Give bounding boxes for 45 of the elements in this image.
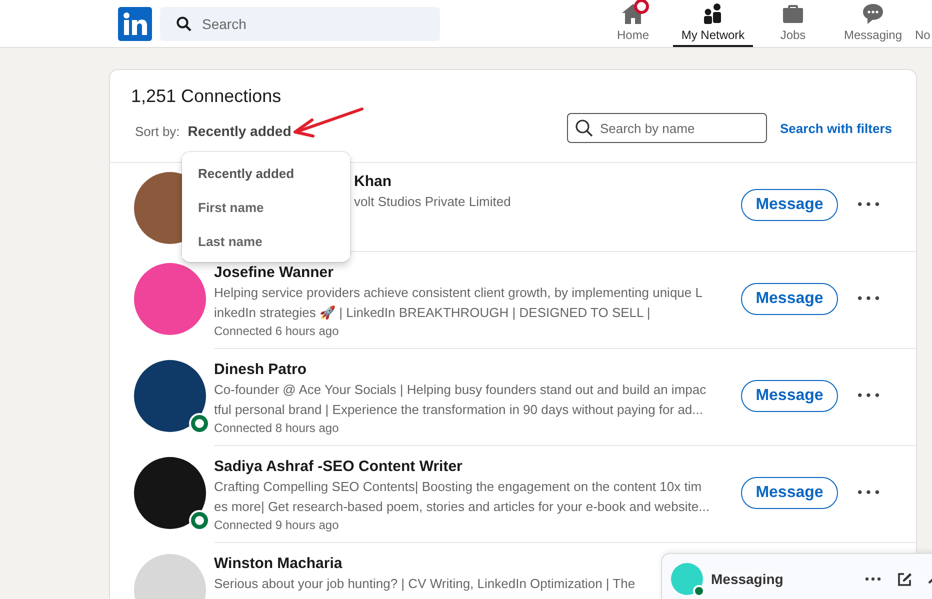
connection-headline: Co-founder @ Ace Your Socials | Helping busy founders stand out and build an impac: [214, 381, 706, 399]
nav-tab[interactable]: No: [913, 0, 932, 47]
nav-tab[interactable]: Messaging: [833, 0, 913, 47]
message-button[interactable]: Message: [740, 380, 838, 412]
search-field[interactable]: Search: [160, 6, 440, 40]
nav-tab[interactable]: Home: [593, 0, 673, 47]
sort-label: Sort by:: [135, 124, 180, 138]
connection-headline: Crafting Compelling SEO Contents| Boosting the engagement on the content 10x tim: [214, 478, 702, 496]
connection-headline: Serious about your job hunting? | CV Writing, LinkedIn Optimization | The: [214, 575, 636, 593]
sort-option[interactable]: Recently added: [182, 156, 350, 190]
search-icon: [176, 16, 192, 32]
connection-name[interactable]: Winston Macharia: [214, 554, 342, 573]
logo-icon[interactable]: [118, 6, 152, 40]
search-field[interactable]: Search by name: [567, 113, 768, 143]
connection-name[interactable]: Sadiya Ashraf -SEO Content Writer: [214, 457, 462, 476]
nav-tab[interactable]: My Network: [673, 0, 753, 47]
more-options-button[interactable]: •••: [852, 386, 886, 406]
search-filters-link[interactable]: Search with filters: [780, 120, 892, 136]
connection-name[interactable]: Khan: [354, 172, 392, 191]
connection-headline: es more| Get research-based poem, stories and articles for your e-book and website...: [214, 498, 710, 516]
connection-headline: Helping service providers achieve consistent client growth, by implementing unique L: [214, 284, 702, 302]
connected-time: Connected 8 hours ago: [214, 421, 339, 435]
message-button[interactable]: Message: [740, 477, 838, 509]
connection-headline: volt Studios Private Limited: [354, 193, 511, 211]
more-options-button[interactable]: •••: [852, 484, 886, 502]
messaging-title[interactable]: Messaging: [711, 571, 784, 587]
search-icon: [575, 119, 594, 137]
more-icon[interactable]: [865, 577, 881, 581]
sort-dropdown[interactable]: Recently added: [188, 123, 292, 139]
nav-tab[interactable]: Jobs: [753, 0, 833, 47]
message-button[interactable]: Message: [740, 283, 838, 315]
connection-headline: inkedIn strategies 🚀 | LinkedIn BREAKTHROUGH | DESIGNED TO SELL |: [214, 304, 650, 322]
connection-headline: tful personal brand | Experience the transformation in 90 days without paying for ad...: [214, 401, 703, 419]
connections-count: 1,251 Connections: [131, 86, 282, 107]
more-options-button[interactable]: •••: [852, 196, 886, 214]
sort-option[interactable]: First name: [182, 190, 350, 224]
message-button[interactable]: Message: [740, 189, 838, 221]
more-options-button[interactable]: •••: [852, 290, 886, 308]
connection-name[interactable]: Dinesh Patro: [214, 360, 307, 379]
compose-icon[interactable]: [897, 572, 912, 586]
connected-time: Connected 6 hours ago: [214, 324, 339, 338]
connection-name[interactable]: Josefine Wanner: [214, 263, 334, 282]
sort-option[interactable]: Last name: [182, 224, 350, 258]
briefcase-icon: [781, 2, 805, 26]
connected-time: Connected 9 hours ago: [214, 518, 339, 532]
